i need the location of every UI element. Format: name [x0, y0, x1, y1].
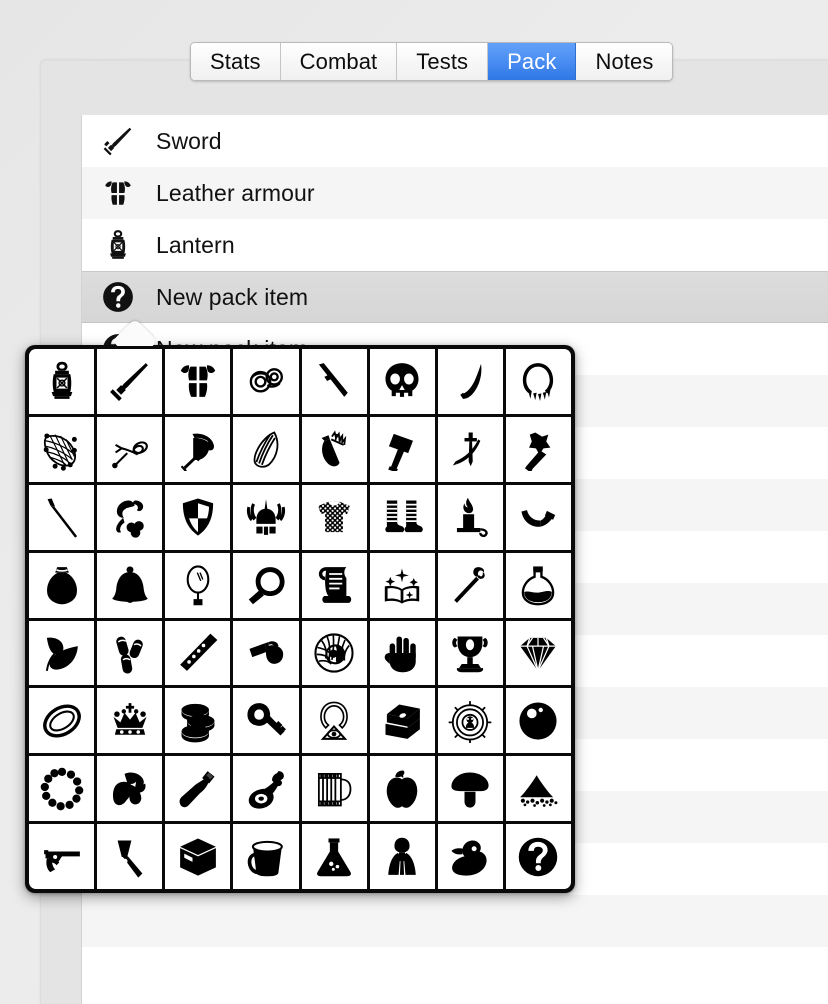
- bread-icon[interactable]: [97, 756, 163, 822]
- orb-icon[interactable]: [505, 688, 571, 754]
- hand-icon[interactable]: [369, 620, 435, 686]
- armour-icon: [98, 173, 138, 213]
- icon-picker-grid: [29, 349, 571, 889]
- drinking-horn-icon[interactable]: [505, 484, 571, 550]
- powder-pile-icon[interactable]: [505, 756, 571, 822]
- flute-icon[interactable]: [165, 620, 231, 686]
- list-item[interactable]: [82, 947, 828, 999]
- beer-mug-icon[interactable]: [301, 756, 367, 822]
- shield-icon[interactable]: [165, 484, 231, 550]
- tab-stats[interactable]: Stats: [191, 43, 281, 80]
- eyeball-icon[interactable]: [301, 620, 367, 686]
- rubber-duck-icon[interactable]: [437, 824, 503, 889]
- popover-arrow: [110, 319, 160, 346]
- sword-icon: [98, 121, 138, 161]
- list-item[interactable]: Sword: [82, 115, 828, 167]
- claw-fang-icon[interactable]: [437, 349, 503, 414]
- ham-icon[interactable]: [233, 756, 299, 822]
- compass-medallion-icon[interactable]: [437, 688, 503, 754]
- tab-tests[interactable]: Tests: [397, 43, 489, 80]
- skull-icon[interactable]: [369, 349, 435, 414]
- spellbook-icon[interactable]: [369, 552, 435, 618]
- chainmail-shirt-icon[interactable]: [301, 484, 367, 550]
- quiver-arrows-icon[interactable]: [301, 416, 367, 482]
- key-icon[interactable]: [233, 688, 299, 754]
- list-item[interactable]: Leather armour: [82, 167, 828, 219]
- potion-flask-icon[interactable]: [505, 552, 571, 618]
- lantern-icon[interactable]: [29, 349, 95, 414]
- war-hammer-icon[interactable]: [369, 416, 435, 482]
- revolver-icon[interactable]: [29, 824, 95, 889]
- list-item-selected[interactable]: New pack item: [82, 271, 828, 323]
- tab-combat[interactable]: Combat: [280, 43, 398, 80]
- whistle-icon[interactable]: [233, 620, 299, 686]
- tooth-necklace-icon[interactable]: [505, 349, 571, 414]
- net-icon[interactable]: [29, 416, 95, 482]
- list-item[interactable]: [82, 895, 828, 947]
- slingshot-icon[interactable]: [97, 416, 163, 482]
- eye-amulet-icon[interactable]: [301, 688, 367, 754]
- list-item-label: New pack item: [156, 283, 309, 310]
- ring-icon[interactable]: [29, 688, 95, 754]
- boots-icon[interactable]: [369, 484, 435, 550]
- flashlight-icon[interactable]: [97, 824, 163, 889]
- gemstone-icon[interactable]: [505, 620, 571, 686]
- mace-icon[interactable]: [505, 416, 571, 482]
- battle-axe-icon[interactable]: [165, 416, 231, 482]
- sword-icon[interactable]: [97, 349, 163, 414]
- lantern-icon: [98, 225, 138, 265]
- list-item-label: Leather armour: [156, 179, 315, 206]
- list-item[interactable]: Lantern: [82, 219, 828, 271]
- hand-mirror-icon[interactable]: [165, 552, 231, 618]
- horned-helmet-icon[interactable]: [233, 484, 299, 550]
- tab-notes[interactable]: Notes: [576, 43, 673, 80]
- feather-quill-icon[interactable]: [233, 416, 299, 482]
- crown-icon[interactable]: [97, 688, 163, 754]
- prayer-beads-icon[interactable]: [29, 756, 95, 822]
- coin-stack-icon[interactable]: [165, 688, 231, 754]
- mushroom-icon[interactable]: [437, 756, 503, 822]
- dart-icon[interactable]: [29, 484, 95, 550]
- scroll-icon[interactable]: [301, 552, 367, 618]
- bottle-icon[interactable]: [165, 756, 231, 822]
- rope-coil-icon[interactable]: [233, 349, 299, 414]
- list-item-label: Lantern: [156, 231, 235, 258]
- question-mark-icon: [98, 277, 138, 317]
- staff-icon[interactable]: [437, 552, 503, 618]
- coin-pouch-icon[interactable]: [29, 552, 95, 618]
- candle-icon[interactable]: [437, 484, 503, 550]
- leather-armour-icon[interactable]: [165, 349, 231, 414]
- herb-leaf-icon[interactable]: [29, 620, 95, 686]
- list-item-label: Sword: [156, 127, 222, 154]
- bucket-icon[interactable]: [233, 824, 299, 889]
- magnifying-glass-icon[interactable]: [233, 552, 299, 618]
- question-mark-icon[interactable]: [505, 824, 571, 889]
- tab-bar: Stats Combat Tests Pack Notes: [190, 42, 674, 81]
- spear-icon[interactable]: [301, 349, 367, 414]
- pills-icon[interactable]: [97, 620, 163, 686]
- chalice-icon[interactable]: [437, 620, 503, 686]
- erlenmeyer-flask-icon[interactable]: [301, 824, 367, 889]
- tab-pack[interactable]: Pack: [488, 43, 577, 80]
- crossed-blades-icon[interactable]: [437, 416, 503, 482]
- cloaked-figure-icon[interactable]: [369, 824, 435, 889]
- icon-picker-popover[interactable]: [25, 345, 575, 893]
- treasure-chest-icon[interactable]: [369, 688, 435, 754]
- apple-icon[interactable]: [369, 756, 435, 822]
- bell-icon[interactable]: [97, 552, 163, 618]
- crate-box-icon[interactable]: [165, 824, 231, 889]
- bolas-icon[interactable]: [97, 484, 163, 550]
